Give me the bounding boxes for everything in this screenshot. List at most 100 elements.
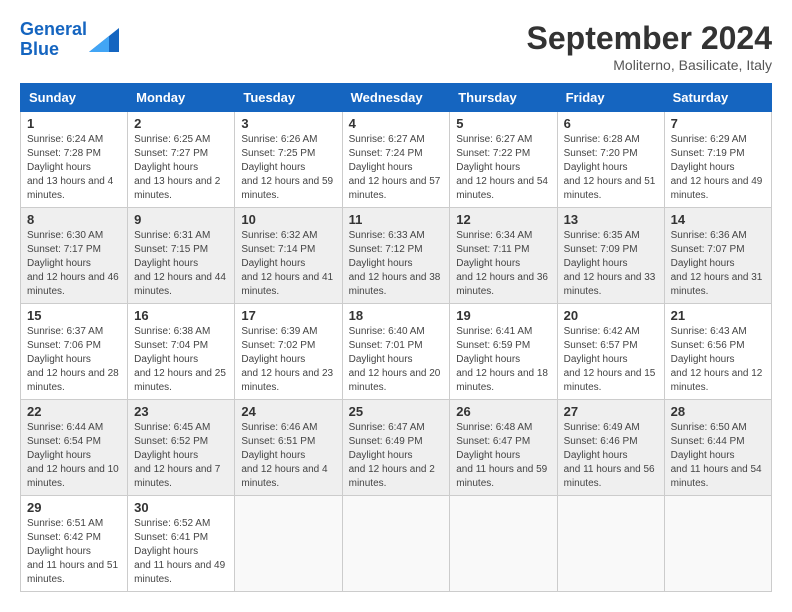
table-row [342,496,450,592]
day-number: 13 [564,212,658,227]
cell-content: Sunrise: 6:47 AM Sunset: 6:49 PM Dayligh… [349,421,444,491]
table-row: 24 Sunrise: 6:46 AM Sunset: 6:51 PM Dayl… [235,400,342,496]
cell-content: Sunrise: 6:40 AM Sunset: 7:01 PM Dayligh… [349,325,444,395]
table-row: 10 Sunrise: 6:32 AM Sunset: 7:14 PM Dayl… [235,208,342,304]
day-number: 7 [671,116,765,131]
cell-content: Sunrise: 6:41 AM Sunset: 6:59 PM Dayligh… [456,325,550,395]
day-number: 27 [564,404,658,419]
day-number: 12 [456,212,550,227]
table-row: 9 Sunrise: 6:31 AM Sunset: 7:15 PM Dayli… [128,208,235,304]
cell-content: Sunrise: 6:50 AM Sunset: 6:44 PM Dayligh… [671,421,765,491]
table-row: 14 Sunrise: 6:36 AM Sunset: 7:07 PM Dayl… [664,208,771,304]
table-row: 13 Sunrise: 6:35 AM Sunset: 7:09 PM Dayl… [557,208,664,304]
cell-content: Sunrise: 6:49 AM Sunset: 6:46 PM Dayligh… [564,421,658,491]
calendar-week-row: 22 Sunrise: 6:44 AM Sunset: 6:54 PM Dayl… [21,400,772,496]
table-row: 29 Sunrise: 6:51 AM Sunset: 6:42 PM Dayl… [21,496,128,592]
day-number: 14 [671,212,765,227]
cell-content: Sunrise: 6:26 AM Sunset: 7:25 PM Dayligh… [241,133,335,203]
table-row: 8 Sunrise: 6:30 AM Sunset: 7:17 PM Dayli… [21,208,128,304]
logo-general: General [20,19,87,39]
cell-content: Sunrise: 6:35 AM Sunset: 7:09 PM Dayligh… [564,229,658,299]
table-row: 11 Sunrise: 6:33 AM Sunset: 7:12 PM Dayl… [342,208,450,304]
month-title: September 2024 [527,20,772,57]
table-row: 22 Sunrise: 6:44 AM Sunset: 6:54 PM Dayl… [21,400,128,496]
table-row: 12 Sunrise: 6:34 AM Sunset: 7:11 PM Dayl… [450,208,557,304]
table-row: 27 Sunrise: 6:49 AM Sunset: 6:46 PM Dayl… [557,400,664,496]
day-number: 24 [241,404,335,419]
cell-content: Sunrise: 6:39 AM Sunset: 7:02 PM Dayligh… [241,325,335,395]
calendar-header-row: Sunday Monday Tuesday Wednesday Thursday… [21,84,772,112]
day-number: 10 [241,212,335,227]
header-saturday: Saturday [664,84,771,112]
table-row [664,496,771,592]
cell-content: Sunrise: 6:42 AM Sunset: 6:57 PM Dayligh… [564,325,658,395]
day-number: 3 [241,116,335,131]
day-number: 23 [134,404,228,419]
logo-text: General Blue [20,20,87,60]
logo-icon [89,28,119,52]
day-number: 19 [456,308,550,323]
day-number: 5 [456,116,550,131]
day-number: 29 [27,500,121,515]
cell-content: Sunrise: 6:31 AM Sunset: 7:15 PM Dayligh… [134,229,228,299]
location: Moliterno, Basilicate, Italy [527,57,772,73]
table-row: 17 Sunrise: 6:39 AM Sunset: 7:02 PM Dayl… [235,304,342,400]
day-number: 30 [134,500,228,515]
day-number: 22 [27,404,121,419]
day-number: 11 [349,212,444,227]
calendar-week-row: 1 Sunrise: 6:24 AM Sunset: 7:28 PM Dayli… [21,112,772,208]
table-row: 15 Sunrise: 6:37 AM Sunset: 7:06 PM Dayl… [21,304,128,400]
table-row: 16 Sunrise: 6:38 AM Sunset: 7:04 PM Dayl… [128,304,235,400]
cell-content: Sunrise: 6:37 AM Sunset: 7:06 PM Dayligh… [27,325,121,395]
day-number: 28 [671,404,765,419]
cell-content: Sunrise: 6:27 AM Sunset: 7:22 PM Dayligh… [456,133,550,203]
table-row: 23 Sunrise: 6:45 AM Sunset: 6:52 PM Dayl… [128,400,235,496]
cell-content: Sunrise: 6:45 AM Sunset: 6:52 PM Dayligh… [134,421,228,491]
header-sunday: Sunday [21,84,128,112]
calendar-week-row: 15 Sunrise: 6:37 AM Sunset: 7:06 PM Dayl… [21,304,772,400]
table-row: 18 Sunrise: 6:40 AM Sunset: 7:01 PM Dayl… [342,304,450,400]
title-area: September 2024 Moliterno, Basilicate, It… [527,20,772,73]
header-friday: Friday [557,84,664,112]
table-row: 6 Sunrise: 6:28 AM Sunset: 7:20 PM Dayli… [557,112,664,208]
day-number: 26 [456,404,550,419]
day-number: 21 [671,308,765,323]
calendar-week-row: 29 Sunrise: 6:51 AM Sunset: 6:42 PM Dayl… [21,496,772,592]
table-row: 26 Sunrise: 6:48 AM Sunset: 6:47 PM Dayl… [450,400,557,496]
table-row: 21 Sunrise: 6:43 AM Sunset: 6:56 PM Dayl… [664,304,771,400]
table-row [557,496,664,592]
cell-content: Sunrise: 6:48 AM Sunset: 6:47 PM Dayligh… [456,421,550,491]
header-monday: Monday [128,84,235,112]
cell-content: Sunrise: 6:24 AM Sunset: 7:28 PM Dayligh… [27,133,121,203]
cell-content: Sunrise: 6:27 AM Sunset: 7:24 PM Dayligh… [349,133,444,203]
header-wednesday: Wednesday [342,84,450,112]
table-row: 5 Sunrise: 6:27 AM Sunset: 7:22 PM Dayli… [450,112,557,208]
table-row [235,496,342,592]
cell-content: Sunrise: 6:43 AM Sunset: 6:56 PM Dayligh… [671,325,765,395]
cell-content: Sunrise: 6:36 AM Sunset: 7:07 PM Dayligh… [671,229,765,299]
day-number: 2 [134,116,228,131]
day-number: 15 [27,308,121,323]
cell-content: Sunrise: 6:33 AM Sunset: 7:12 PM Dayligh… [349,229,444,299]
logo: General Blue [20,20,119,60]
cell-content: Sunrise: 6:30 AM Sunset: 7:17 PM Dayligh… [27,229,121,299]
day-number: 8 [27,212,121,227]
day-number: 18 [349,308,444,323]
page-header: General Blue September 2024 Moliterno, B… [20,20,772,73]
day-number: 25 [349,404,444,419]
table-row: 3 Sunrise: 6:26 AM Sunset: 7:25 PM Dayli… [235,112,342,208]
day-number: 6 [564,116,658,131]
cell-content: Sunrise: 6:29 AM Sunset: 7:19 PM Dayligh… [671,133,765,203]
day-number: 20 [564,308,658,323]
table-row: 7 Sunrise: 6:29 AM Sunset: 7:19 PM Dayli… [664,112,771,208]
header-thursday: Thursday [450,84,557,112]
cell-content: Sunrise: 6:28 AM Sunset: 7:20 PM Dayligh… [564,133,658,203]
table-row: 28 Sunrise: 6:50 AM Sunset: 6:44 PM Dayl… [664,400,771,496]
table-row: 1 Sunrise: 6:24 AM Sunset: 7:28 PM Dayli… [21,112,128,208]
day-number: 17 [241,308,335,323]
cell-content: Sunrise: 6:34 AM Sunset: 7:11 PM Dayligh… [456,229,550,299]
table-row: 30 Sunrise: 6:52 AM Sunset: 6:41 PM Dayl… [128,496,235,592]
day-number: 4 [349,116,444,131]
table-row: 25 Sunrise: 6:47 AM Sunset: 6:49 PM Dayl… [342,400,450,496]
cell-content: Sunrise: 6:44 AM Sunset: 6:54 PM Dayligh… [27,421,121,491]
